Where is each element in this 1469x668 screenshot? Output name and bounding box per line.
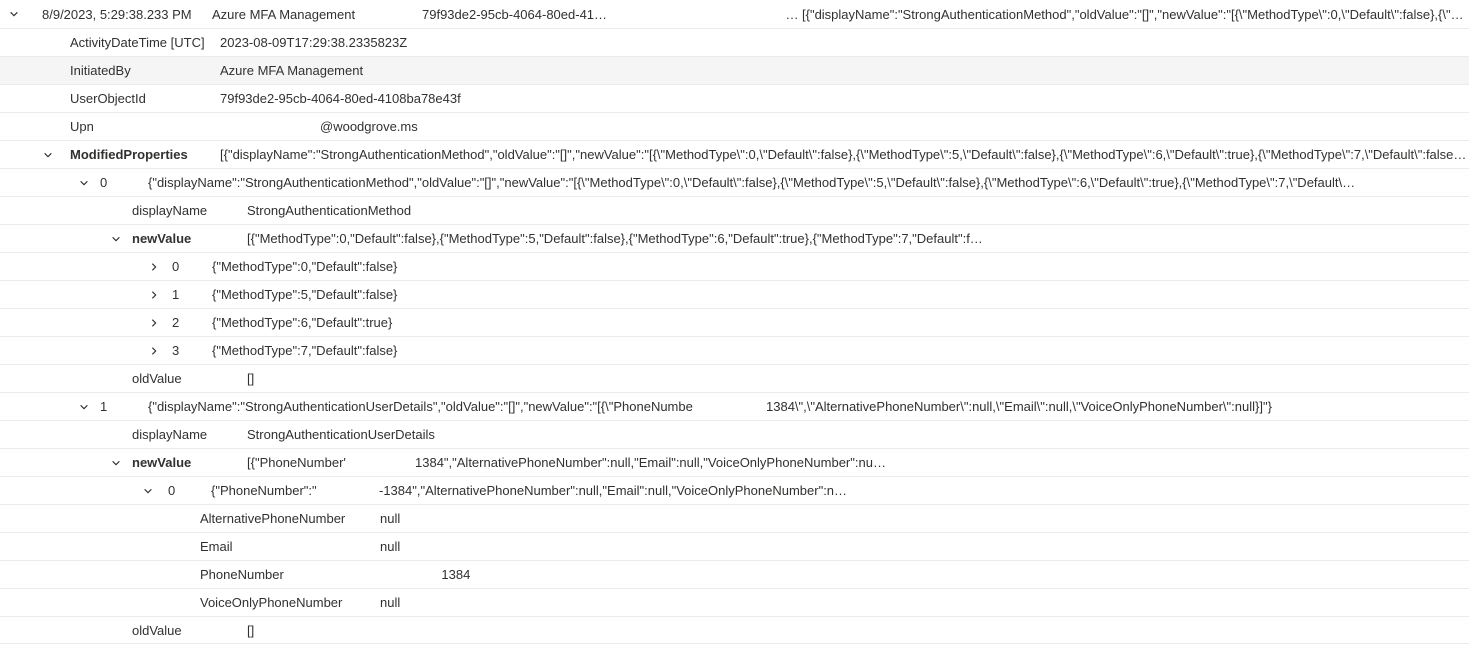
item-index: 0 [100, 175, 148, 190]
chevron-down-icon[interactable] [140, 486, 156, 496]
sub-preview-a: {"PhoneNumber":" [211, 483, 379, 498]
summary-source: Azure MFA Management [212, 7, 422, 22]
prop-value: [{"MethodType":0,"Default":false},{"Meth… [247, 231, 1469, 246]
item1-oldvalue: oldValue [] [0, 616, 1469, 644]
item-preview: {"displayName":"StrongAuthenticationMeth… [148, 175, 1469, 190]
chevron-down-icon[interactable] [76, 402, 92, 412]
chevron-down-icon[interactable] [76, 178, 92, 188]
summary-objid: 79f93de2-95cb-4064-80ed-41… [422, 7, 782, 22]
item1-sub0-prop: Emailnull [0, 532, 1469, 560]
field-value: @woodgrove.ms [320, 119, 1469, 134]
prop-value: [] [247, 623, 1469, 638]
field-value: 2023-08-09T17:29:38.2335823Z [220, 35, 1469, 50]
chevron-down-icon[interactable] [108, 458, 124, 468]
modprops-item-0[interactable]: 0 {"displayName":"StrongAuthenticationMe… [0, 168, 1469, 196]
prop-value-a: [{"PhoneNumber' [247, 455, 415, 470]
item0-displayname: displayName StrongAuthenticationMethod [0, 196, 1469, 224]
field-value: [{"displayName":"StrongAuthenticationMet… [220, 147, 1469, 162]
prop-key: displayName [132, 427, 247, 442]
prop-key: AlternativePhoneNumber [200, 511, 380, 526]
prop-value: null [380, 595, 1469, 610]
item1-displayname: displayName StrongAuthenticationUserDeta… [0, 420, 1469, 448]
child-index: 3 [172, 343, 212, 358]
item1-newvalue-0[interactable]: 0 {"PhoneNumber":" -1384","AlternativePh… [0, 476, 1469, 504]
child-index: 2 [172, 315, 212, 330]
prop-value: null [380, 539, 1469, 554]
prop-key: newValue [132, 231, 247, 246]
prop-value: StrongAuthenticationMethod [247, 203, 1469, 218]
child-index: 0 [172, 259, 212, 274]
field-label: InitiatedBy [70, 63, 220, 78]
item-index: 0 [168, 483, 211, 498]
item0-newvalue-child[interactable]: 1{"MethodType":5,"Default":false} [0, 280, 1469, 308]
item-preview-a: {"displayName":"StrongAuthenticationUser… [148, 399, 766, 414]
prop-key: oldValue [132, 371, 247, 386]
chevron-right-icon[interactable] [146, 346, 162, 356]
log-summary-row[interactable]: 8/9/2023, 5:29:38.233 PM Azure MFA Manag… [0, 0, 1469, 28]
item0-oldvalue: oldValue [] [0, 364, 1469, 392]
item1-sub0-prop: VoiceOnlyPhoneNumbernull [0, 588, 1469, 616]
item0-newvalue-child[interactable]: 3{"MethodType":7,"Default":false} [0, 336, 1469, 364]
item0-newvalue-child[interactable]: 2{"MethodType":6,"Default":true} [0, 308, 1469, 336]
field-label: ActivityDateTime [UTC] [70, 35, 220, 50]
chevron-down-icon[interactable] [40, 150, 56, 160]
prop-key: PhoneNumber [200, 567, 380, 582]
child-value: {"MethodType":0,"Default":false} [212, 259, 1469, 274]
field-label: ModifiedProperties [70, 147, 220, 162]
prop-key: displayName [132, 203, 247, 218]
field-initiatedby: InitiatedBy Azure MFA Management [0, 56, 1469, 84]
item-index: 1 [100, 399, 148, 414]
field-value: 79f93de2-95cb-4064-80ed-4108ba78e43f [220, 91, 1469, 106]
item-preview-b: 1384\",\"AlternativePhoneNumber\":null,\… [766, 399, 1469, 414]
chevron-right-icon[interactable] [146, 318, 162, 328]
summary-json: [{"displayName":"StrongAuthenticationMet… [802, 7, 1469, 22]
prop-value: null [380, 511, 1469, 526]
chevron-right-icon[interactable] [146, 262, 162, 272]
modprops-item-1[interactable]: 1 {"displayName":"StrongAuthenticationUs… [0, 392, 1469, 420]
child-value: {"MethodType":6,"Default":true} [212, 315, 1469, 330]
field-label: Upn [70, 119, 220, 134]
chevron-down-icon[interactable] [108, 234, 124, 244]
field-userobjectid: UserObjectId 79f93de2-95cb-4064-80ed-410… [0, 84, 1469, 112]
prop-value: StrongAuthenticationUserDetails [247, 427, 1469, 442]
field-modifiedproperties[interactable]: ModifiedProperties [{"displayName":"Stro… [0, 140, 1469, 168]
child-value: {"MethodType":7,"Default":false} [212, 343, 1469, 358]
summary-ellipsis: … [782, 7, 802, 22]
prop-key: Email [200, 539, 380, 554]
item1-newvalue[interactable]: newValue [{"PhoneNumber' 1384","Alternat… [0, 448, 1469, 476]
field-upn: Upn @woodgrove.ms [0, 112, 1469, 140]
chevron-down-icon[interactable] [6, 9, 22, 19]
item1-sub0-prop: AlternativePhoneNumbernull [0, 504, 1469, 532]
chevron-right-icon[interactable] [146, 290, 162, 300]
prop-key: newValue [132, 455, 247, 470]
sub-preview-b: -1384","AlternativePhoneNumber":null,"Em… [379, 483, 1469, 498]
field-value: Azure MFA Management [220, 63, 1469, 78]
field-label: UserObjectId [70, 91, 220, 106]
child-index: 1 [172, 287, 212, 302]
prop-key: oldValue [132, 623, 247, 638]
child-value: {"MethodType":5,"Default":false} [212, 287, 1469, 302]
field-activitydatetime: ActivityDateTime [UTC] 2023-08-09T17:29:… [0, 28, 1469, 56]
prop-value: 1384 [380, 567, 1469, 582]
item0-newvalue[interactable]: newValue [{"MethodType":0,"Default":fals… [0, 224, 1469, 252]
item1-sub0-prop: PhoneNumber 1384 [0, 560, 1469, 588]
item0-newvalue-child[interactable]: 0{"MethodType":0,"Default":false} [0, 252, 1469, 280]
prop-key: VoiceOnlyPhoneNumber [200, 595, 380, 610]
prop-value-b: 1384","AlternativePhoneNumber":null,"Ema… [415, 455, 1469, 470]
summary-timestamp: 8/9/2023, 5:29:38.233 PM [42, 7, 212, 22]
prop-value: [] [247, 371, 1469, 386]
